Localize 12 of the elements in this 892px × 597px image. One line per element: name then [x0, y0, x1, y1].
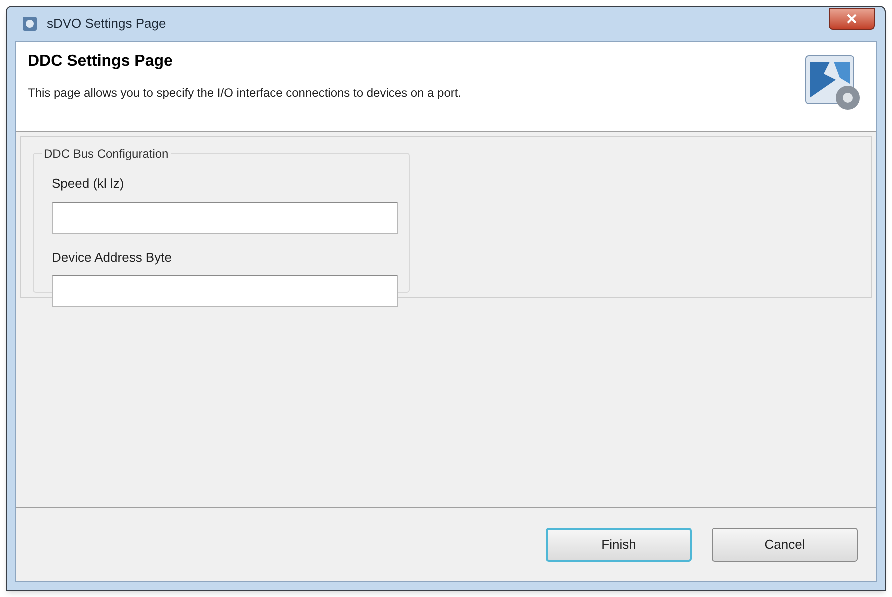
window-title: sDVO Settings Page — [47, 15, 166, 34]
input-field[interactable] — [52, 202, 398, 234]
page-title: DDC Settings Page — [28, 52, 174, 72]
input-field[interactable] — [52, 275, 398, 307]
close-icon — [847, 14, 857, 24]
page-description: This page allows you to specify the I/O interface connections to devices on a port. — [28, 85, 463, 102]
dialog-button[interactable]: Finish — [546, 528, 692, 562]
dialog-button[interactable]: Cancel — [712, 528, 858, 562]
field-label: Device Address Byte — [52, 248, 173, 267]
app-icon — [21, 15, 39, 33]
field-label: Speed (kl lz) — [52, 175, 126, 193]
close-button[interactable] — [829, 8, 875, 30]
